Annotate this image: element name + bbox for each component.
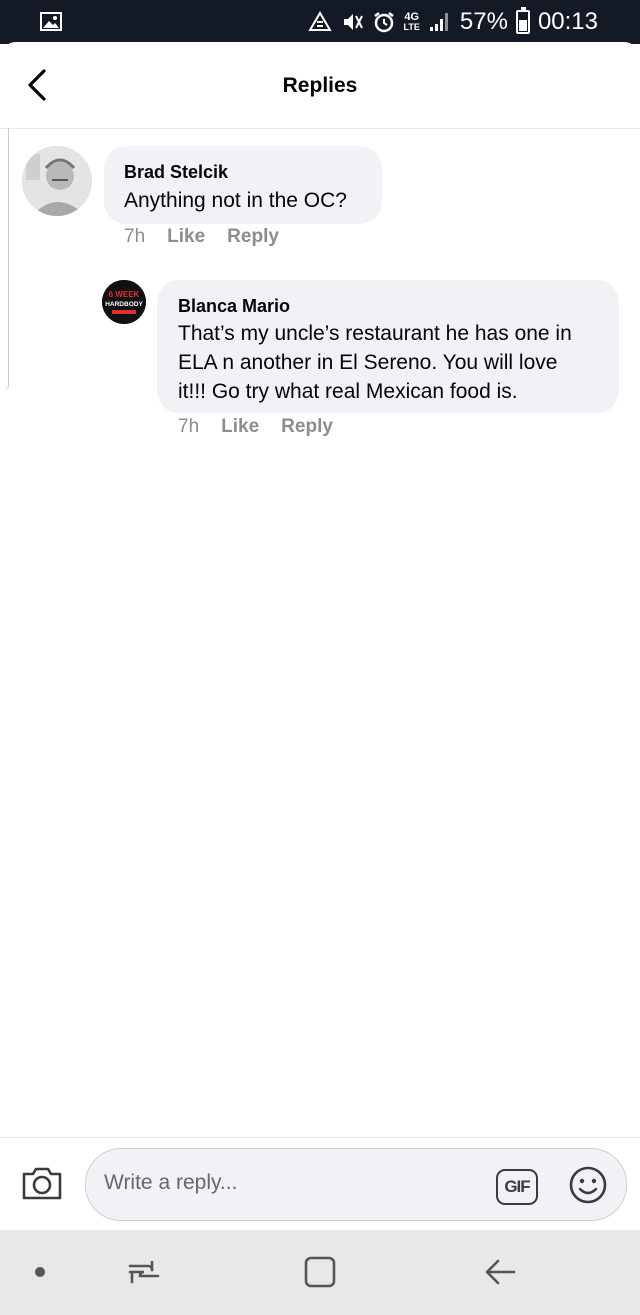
reply-button[interactable]: Reply xyxy=(281,416,333,438)
recent-apps-icon[interactable] xyxy=(122,1252,162,1292)
comment-text-line: ELA n another in El Sereno. You will lov… xyxy=(178,351,558,374)
comment-author[interactable]: Blanca Mario xyxy=(178,296,290,317)
comment-time: 7h xyxy=(124,226,146,247)
camera-icon[interactable] xyxy=(20,1160,64,1204)
network-type: 4G LTE xyxy=(403,11,420,33)
comment-text-line: it!!! Go try what real Mexican food is. xyxy=(178,380,518,403)
comment-author[interactable]: Brad Stelcik xyxy=(124,162,228,183)
like-button[interactable]: Like xyxy=(221,416,259,438)
mute-icon xyxy=(343,14,363,30)
header: Replies xyxy=(0,42,640,129)
network-sub-label: LTE xyxy=(403,22,420,32)
comment-actions: 7h Like Reply xyxy=(178,416,333,438)
reply-button[interactable]: Reply xyxy=(227,226,279,248)
avatar[interactable]: 6 WEEK HARDBODY xyxy=(102,280,146,324)
signal-icon xyxy=(429,13,448,31)
comment: Brad Stelcik Anything not in the OC? 7h … xyxy=(0,142,640,262)
avatar[interactable] xyxy=(22,146,92,216)
back-arrow-icon[interactable] xyxy=(480,1252,520,1292)
comment-bubble[interactable]: Brad Stelcik Anything not in the OC? xyxy=(104,146,382,224)
avatar-text: HARDBODY xyxy=(105,301,143,308)
alarm-icon xyxy=(373,12,394,33)
home-icon[interactable] xyxy=(300,1252,340,1292)
system-nav-bar xyxy=(0,1230,640,1315)
profile-photo xyxy=(22,146,92,216)
comment-actions: 7h Like Reply xyxy=(124,226,279,248)
like-button[interactable]: Like xyxy=(167,226,205,248)
status-icons: 4G LTE 57% 00:13 xyxy=(307,7,598,37)
battery-icon xyxy=(515,7,530,34)
profile-photo: 6 WEEK HARDBODY xyxy=(102,280,146,324)
data-saver-icon xyxy=(307,11,332,31)
status-bar: 4G LTE 57% 00:13 xyxy=(0,0,640,44)
comment-text-line: That’s my uncle’s restaurant he has one … xyxy=(178,322,572,345)
battery-percent: 57% xyxy=(459,8,508,35)
network-label: 4G xyxy=(404,11,420,23)
comment-time: 7h xyxy=(178,416,200,437)
emoji-icon[interactable] xyxy=(568,1165,608,1205)
gif-button[interactable]: GIF xyxy=(496,1169,538,1205)
reply-comment: 6 WEEK HARDBODY Blanca Mario That’s my u… xyxy=(0,278,640,448)
dot-icon[interactable] xyxy=(20,1252,60,1292)
replies-sheet: Replies Brad Stelcik Anything not in the… xyxy=(0,42,640,1232)
comment-bubble[interactable]: Blanca Mario That’s my uncle’s restauran… xyxy=(157,280,619,413)
comment-text: Anything not in the OC? xyxy=(124,189,347,212)
reply-placeholder: Write a reply... xyxy=(104,1171,238,1194)
page-title: Replies xyxy=(282,74,358,97)
clock: 00:13 xyxy=(537,8,598,35)
reply-composer: Write a reply... GIF xyxy=(0,1137,640,1230)
gallery-icon xyxy=(40,12,62,31)
reply-input[interactable]: Write a reply... GIF xyxy=(85,1148,627,1221)
avatar-text: 6 WEEK xyxy=(109,290,140,299)
comment-text: That’s my uncle’s restaurant he has one … xyxy=(178,319,572,406)
